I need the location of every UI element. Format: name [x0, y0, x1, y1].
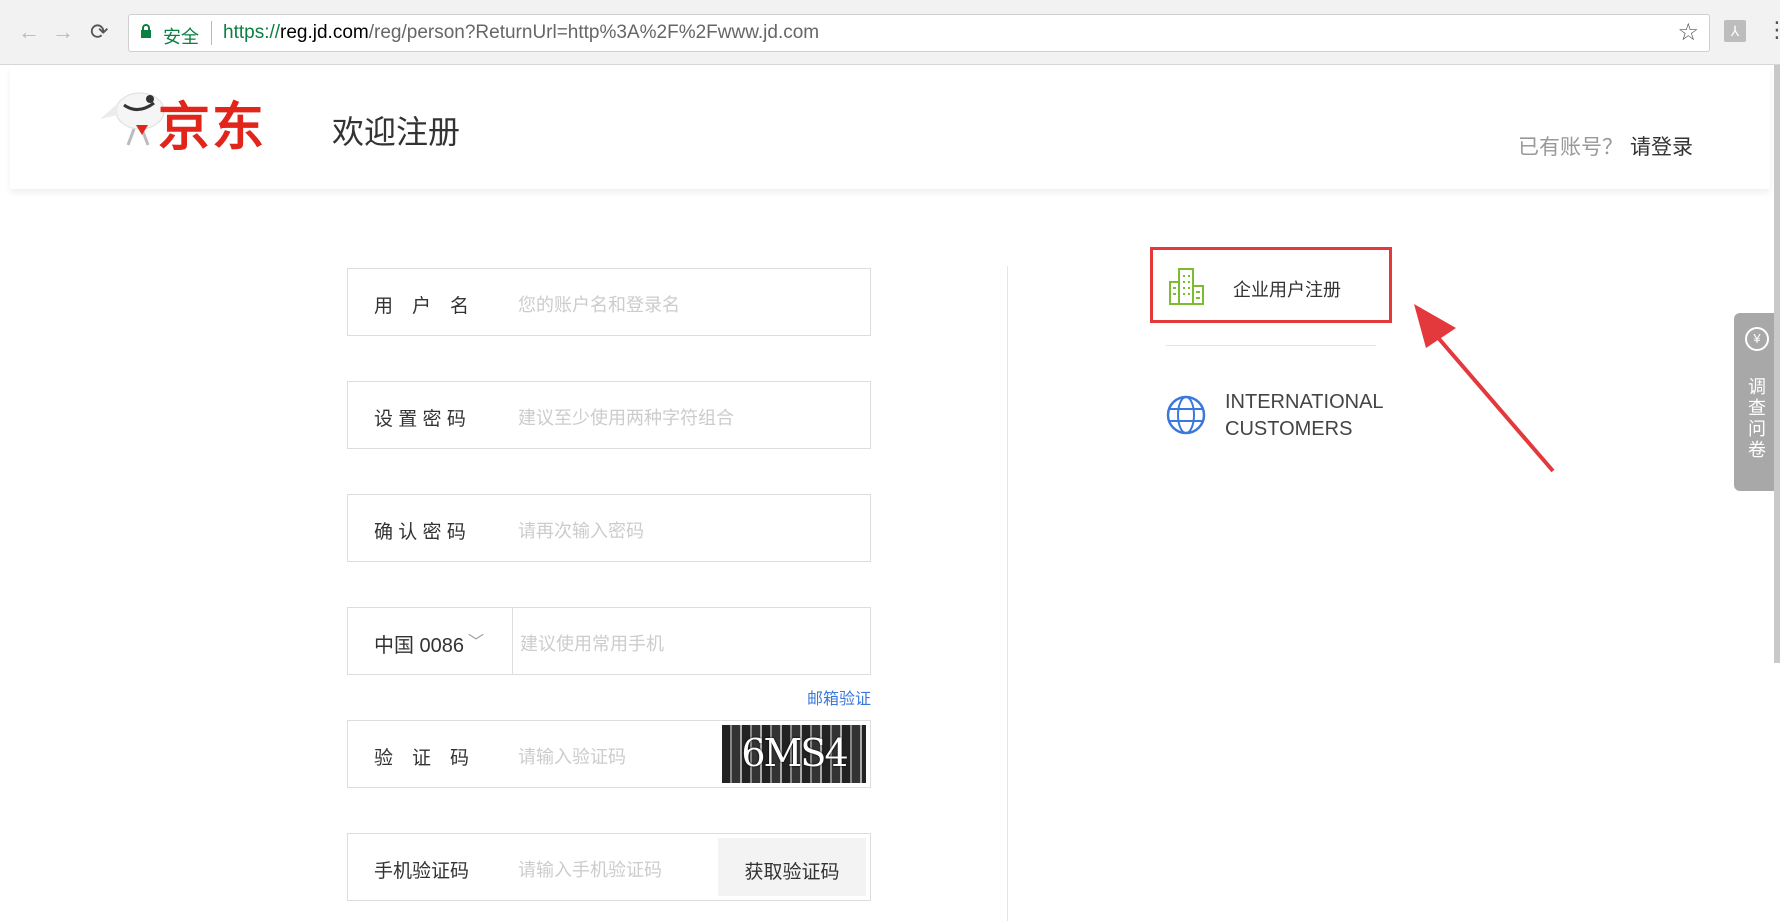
scrollbar[interactable] [1774, 65, 1780, 663]
captcha-field[interactable]: 验 证 码 请输入验证码 6MS4 [347, 720, 871, 788]
password-label: 设 置 密 码 [374, 409, 466, 430]
back-arrow-icon[interactable]: ← [18, 18, 40, 46]
password-field[interactable]: 设 置 密 码 建议至少使用两种字符组合 [347, 381, 871, 449]
building-icon [1169, 268, 1204, 305]
jd-logo-text: 京东 [158, 98, 267, 158]
reload-icon[interactable]: ⟳ [90, 18, 108, 46]
jd-logo[interactable]: 京东 [98, 81, 298, 161]
secure-label: 安全 [163, 27, 199, 47]
bookmark-star-icon[interactable]: ☆ [1677, 18, 1699, 47]
phone-input[interactable]: 建议使用常用手机 [520, 630, 664, 656]
get-sms-code-label: 获取验证码 [744, 862, 840, 883]
captcha-image[interactable]: 6MS4 [722, 725, 866, 783]
forward-arrow-icon[interactable]: → [52, 18, 74, 46]
omnibox-separator [211, 21, 212, 45]
url-text[interactable]: https://reg.jd.com/reg/person?ReturnUrl=… [223, 22, 819, 44]
survey-icon: ¥ [1745, 327, 1769, 351]
international-line-2: CUSTOMERS [1225, 418, 1353, 440]
page-title: 欢迎注册 [332, 114, 461, 150]
enterprise-register-option[interactable]: 企业用户注册 [1150, 247, 1392, 323]
login-link[interactable]: 请登录 [1630, 131, 1693, 161]
chevron-down-icon: ﹀ [468, 634, 485, 651]
confirm-password-field[interactable]: 确 认 密 码 请再次输入密码 [347, 494, 871, 562]
globe-icon[interactable] [1165, 394, 1207, 436]
captcha-image-text: 6MS4 [741, 731, 848, 775]
red-annotation-arrow [1414, 304, 1555, 473]
confirm-password-input[interactable]: 请再次输入密码 [518, 517, 644, 543]
international-customers-link[interactable]: INTERNATIONAL CUSTOMERS [1225, 389, 1384, 443]
address-bar[interactable]: 安全 https://reg.jd.com/reg/person?ReturnU… [128, 14, 1710, 52]
lock-icon [141, 24, 151, 38]
email-verify-link[interactable]: 邮箱验证 [807, 685, 871, 709]
captcha-label: 验 证 码 [374, 748, 470, 769]
has-account-text: 已有账号？ [1518, 136, 1623, 159]
international-line-1: INTERNATIONAL [1225, 391, 1384, 413]
survey-label: 调查问卷 [1748, 377, 1766, 460]
get-sms-code-button[interactable]: 获取验证码 [718, 838, 866, 896]
country-code-value: 中国 0086 [374, 635, 465, 657]
browser-menu-icon[interactable]: ⋮ [1766, 16, 1780, 44]
sms-code-input[interactable]: 请输入手机验证码 [518, 856, 662, 882]
password-input[interactable]: 建议至少使用两种字符组合 [518, 404, 734, 430]
username-input[interactable]: 您的账户名和登录名 [518, 291, 680, 317]
username-field[interactable]: 用 户 名 您的账户名和登录名 [347, 268, 871, 336]
vertical-divider [1007, 266, 1008, 921]
confirm-password-label: 确 认 密 码 [374, 522, 466, 543]
username-label: 用 户 名 [374, 296, 470, 317]
browser-toolbar: ← → ⟳ 安全 https://reg.jd.com/reg/person?R… [0, 0, 1780, 65]
sms-code-field[interactable]: 手机验证码 请输入手机验证码 获取验证码 [347, 833, 871, 901]
sms-code-label: 手机验证码 [374, 861, 470, 882]
pdf-extension-icon[interactable]: ⅄ [1724, 20, 1746, 42]
side-panel-separator [1166, 345, 1376, 346]
page-header: 京东 欢迎注册 已有账号？ 请登录 [10, 65, 1770, 189]
enterprise-register-label: 企业用户注册 [1233, 280, 1341, 300]
phone-field: 中国 0086 ﹀ 建议使用常用手机 [347, 607, 871, 675]
country-code-select[interactable]: 中国 0086 ﹀ [348, 608, 513, 674]
captcha-input[interactable]: 请输入验证码 [518, 743, 626, 769]
